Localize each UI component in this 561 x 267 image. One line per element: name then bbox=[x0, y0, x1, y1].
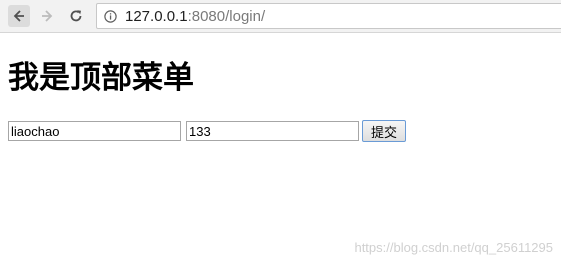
arrow-right-icon bbox=[40, 9, 54, 23]
forward-button[interactable] bbox=[36, 5, 58, 27]
page-title: 我是顶部菜单 bbox=[8, 60, 194, 96]
arrow-left-icon bbox=[12, 9, 26, 23]
submit-button[interactable]: 提交 bbox=[362, 120, 406, 142]
reload-icon bbox=[69, 9, 83, 23]
address-bar[interactable]: 127.0.0.1:8080/login/ bbox=[96, 3, 561, 29]
back-button[interactable] bbox=[8, 5, 30, 27]
password-input[interactable] bbox=[186, 121, 359, 141]
info-icon[interactable] bbox=[104, 9, 117, 23]
username-input[interactable] bbox=[8, 121, 181, 141]
browser-toolbar: 127.0.0.1:8080/login/ bbox=[0, 0, 561, 33]
login-form: 提交 bbox=[8, 120, 428, 143]
url-path: :8080/login/ bbox=[187, 7, 266, 25]
url-host: 127.0.0.1 bbox=[125, 7, 188, 25]
watermark: https://blog.csdn.net/qq_25611295 bbox=[354, 240, 553, 255]
url-text: 127.0.0.1:8080/login/ bbox=[125, 8, 265, 25]
reload-button[interactable] bbox=[65, 5, 87, 27]
